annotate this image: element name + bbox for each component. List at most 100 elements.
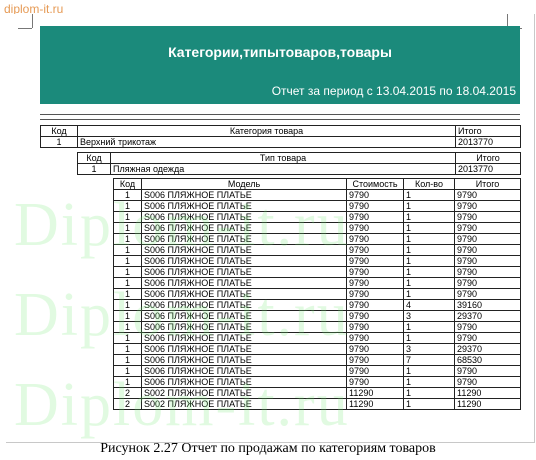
table-cell: 9790 bbox=[346, 354, 404, 366]
table-cell: 9790 bbox=[454, 255, 521, 267]
table-cell: 9790 bbox=[346, 277, 404, 289]
table-cell: Пляжная одежда bbox=[110, 163, 456, 175]
table-header-row: Код Тип товара Итого bbox=[77, 152, 521, 164]
table-row: 1 S006 ПЛЯЖНОЕ ПЛАТЬЕ 9790 1 9790 bbox=[113, 321, 521, 333]
table-cell: 1 bbox=[113, 255, 142, 267]
table-row: 1 S006 ПЛЯЖНОЕ ПЛАТЬЕ 9790 1 9790 bbox=[113, 244, 521, 256]
table-cell: 9790 bbox=[346, 343, 404, 355]
table-row: 2 S002 ПЛЯЖНОЕ ПЛАТЬЕ 11290 1 11290 bbox=[113, 387, 521, 399]
header-cell: Итого bbox=[454, 178, 521, 190]
figure-caption: Рисунок 2.27 Отчет по продажам по катего… bbox=[100, 441, 436, 456]
table-cell: S006 ПЛЯЖНОЕ ПЛАТЬЕ bbox=[141, 189, 347, 201]
table-cell: 1 bbox=[113, 244, 142, 256]
header-cell: Категория товара bbox=[77, 125, 456, 137]
table-cell: 1 bbox=[403, 288, 455, 300]
table-cell: 9790 bbox=[454, 211, 521, 223]
table-cell: 9790 bbox=[346, 233, 404, 245]
table-row: 1 S006 ПЛЯЖНОЕ ПЛАТЬЕ 9790 1 9790 bbox=[113, 266, 521, 278]
table-cell: 9790 bbox=[454, 233, 521, 245]
table-cell: 1 bbox=[113, 233, 142, 245]
table-cell: 1 bbox=[113, 266, 142, 278]
table-cell: S006 ПЛЯЖНОЕ ПЛАТЬЕ bbox=[141, 233, 347, 245]
table-cell: 9790 bbox=[346, 365, 404, 377]
table-cell: 1 bbox=[403, 332, 455, 344]
table-row: 1 S006 ПЛЯЖНОЕ ПЛАТЬЕ 9790 1 9790 bbox=[113, 332, 521, 344]
table-cell: 1 bbox=[113, 200, 142, 212]
table-cell: 9790 bbox=[454, 332, 521, 344]
table-cell: S006 ПЛЯЖНОЕ ПЛАТЬЕ bbox=[141, 310, 347, 322]
table-cell: 11290 bbox=[346, 398, 404, 410]
table-cell: 1 bbox=[113, 189, 142, 201]
table-cell: 2 bbox=[113, 387, 142, 399]
table-cell: 1 bbox=[113, 222, 142, 234]
table-cell: S006 ПЛЯЖНОЕ ПЛАТЬЕ bbox=[141, 211, 347, 223]
table-cell: 1 bbox=[403, 266, 455, 278]
table-cell: 1 bbox=[40, 136, 78, 148]
table-cell: 1 bbox=[113, 365, 142, 377]
table-cell: 39160 bbox=[454, 299, 521, 311]
table-cell: S006 ПЛЯЖНОЕ ПЛАТЬЕ bbox=[141, 288, 347, 300]
crop-mark bbox=[32, 14, 33, 28]
report-period: Отчет за период с 13.04.2015 по 18.04.20… bbox=[271, 84, 516, 98]
table-row: 1 S006 ПЛЯЖНОЕ ПЛАТЬЕ 9790 1 9790 bbox=[113, 277, 521, 289]
table-cell: 9790 bbox=[346, 288, 404, 300]
items-table: Код Модель Стоимость Кол-во Итого 1 S006 … bbox=[113, 178, 521, 410]
table-cell: 1 bbox=[113, 299, 142, 311]
table-cell: 1 bbox=[403, 387, 455, 399]
table-cell: 1 bbox=[113, 376, 142, 388]
table-cell: 11290 bbox=[346, 387, 404, 399]
header-cell: Стоимость bbox=[346, 178, 404, 190]
table-cell: 9790 bbox=[454, 244, 521, 256]
report-title: Категории,типытоваров,товары bbox=[168, 44, 392, 60]
table-cell: S002 ПЛЯЖНОЕ ПЛАТЬЕ bbox=[141, 398, 347, 410]
table-cell: 9790 bbox=[346, 189, 404, 201]
table-cell: 9790 bbox=[454, 189, 521, 201]
table-row: 1 S006 ПЛЯЖНОЕ ПЛАТЬЕ 9790 1 9790 bbox=[113, 255, 521, 267]
table-cell: 1 bbox=[403, 376, 455, 388]
table-cell: 11290 bbox=[454, 398, 521, 410]
divider bbox=[40, 114, 520, 115]
table-cell: S006 ПЛЯЖНОЕ ПЛАТЬЕ bbox=[141, 277, 347, 289]
table-row: 1 S006 ПЛЯЖНОЕ ПЛАТЬЕ 9790 1 9790 bbox=[113, 189, 521, 201]
table-row: 1 Верхний трикотаж 2013770 bbox=[40, 136, 521, 148]
header-cell: Итого bbox=[455, 125, 521, 137]
table-cell: 7 bbox=[403, 354, 455, 366]
table-cell: 9790 bbox=[346, 200, 404, 212]
table-cell: 1 bbox=[403, 321, 455, 333]
table-cell: S006 ПЛЯЖНОЕ ПЛАТЬЕ bbox=[141, 244, 347, 256]
table-cell: 9790 bbox=[346, 332, 404, 344]
table-cell: 9790 bbox=[346, 222, 404, 234]
table-cell: 1 bbox=[403, 189, 455, 201]
table-row: 1 S006 ПЛЯЖНОЕ ПЛАТЬЕ 9790 1 9790 bbox=[113, 288, 521, 300]
header-cell: Тип товара bbox=[110, 152, 456, 164]
table-cell: 9790 bbox=[346, 299, 404, 311]
table-cell: 1 bbox=[113, 288, 142, 300]
report-header: Категории,типытоваров,товары Отчет за пе… bbox=[40, 26, 520, 104]
table-cell: 9790 bbox=[346, 321, 404, 333]
type-table: Код Тип товара Итого 1 Пляжная одежда 20… bbox=[77, 152, 521, 175]
table-cell: 1 bbox=[77, 163, 111, 175]
table-row: 1 S006 ПЛЯЖНОЕ ПЛАТЬЕ 9790 4 39160 bbox=[113, 299, 521, 311]
table-cell: S006 ПЛЯЖНОЕ ПЛАТЬЕ bbox=[141, 343, 347, 355]
table-cell: 1 bbox=[113, 354, 142, 366]
table-cell: Верхний трикотаж bbox=[77, 136, 456, 148]
table-row: 1 Пляжная одежда 2013770 bbox=[77, 163, 521, 175]
table-cell: 9790 bbox=[346, 310, 404, 322]
table-row: 1 S006 ПЛЯЖНОЕ ПЛАТЬЕ 9790 1 9790 bbox=[113, 376, 521, 388]
table-cell: 9790 bbox=[454, 321, 521, 333]
table-cell: S006 ПЛЯЖНОЕ ПЛАТЬЕ bbox=[141, 266, 347, 278]
table-row: 1 S006 ПЛЯЖНОЕ ПЛАТЬЕ 9790 1 9790 bbox=[113, 211, 521, 223]
table-row: 1 S006 ПЛЯЖНОЕ ПЛАТЬЕ 9790 7 68530 bbox=[113, 354, 521, 366]
table-cell: 3 bbox=[403, 343, 455, 355]
table-cell: 9790 bbox=[454, 376, 521, 388]
table-cell: 9790 bbox=[346, 211, 404, 223]
table-cell: 9790 bbox=[346, 244, 404, 256]
table-cell: 1 bbox=[403, 244, 455, 256]
table-cell: 1 bbox=[403, 222, 455, 234]
table-row: 1 S006 ПЛЯЖНОЕ ПЛАТЬЕ 9790 1 9790 bbox=[113, 200, 521, 212]
table-cell: S006 ПЛЯЖНОЕ ПЛАТЬЕ bbox=[141, 332, 347, 344]
table-cell: 9790 bbox=[454, 365, 521, 377]
table-cell: S006 ПЛЯЖНОЕ ПЛАТЬЕ bbox=[141, 354, 347, 366]
table-cell: 1 bbox=[403, 211, 455, 223]
header-cell: Итого bbox=[455, 152, 521, 164]
